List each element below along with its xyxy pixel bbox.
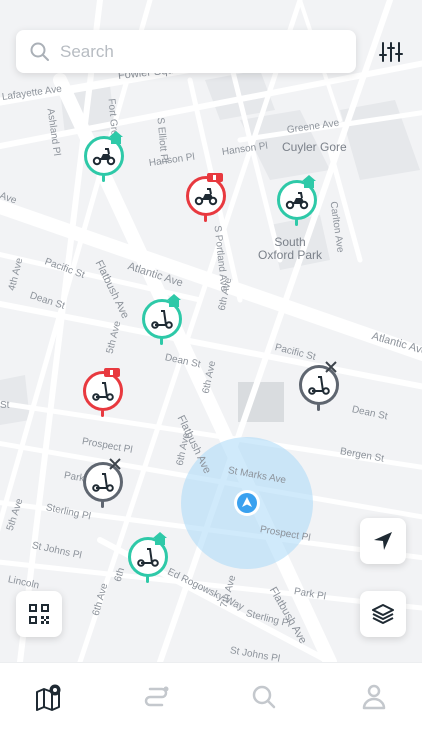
scooter-pin-6[interactable]: [299, 361, 339, 417]
scooter-pin-5[interactable]: [83, 368, 123, 423]
tab-map[interactable]: [18, 677, 78, 717]
sliders-icon: [379, 42, 403, 62]
location-arrow-icon: [374, 532, 392, 550]
street-label: St: [0, 400, 10, 411]
search-input[interactable]: [58, 40, 322, 63]
scooter-pin-8[interactable]: [128, 532, 168, 589]
scooter-pin-4[interactable]: [142, 294, 182, 351]
scooter-pin-7[interactable]: [83, 458, 123, 514]
moped-icon: [285, 192, 309, 210]
battery-low-icon: [207, 173, 223, 182]
qr-code-icon: [29, 604, 49, 624]
place-label: South Oxford Park: [258, 235, 323, 262]
moped-icon: [92, 148, 116, 166]
user-location-marker: [234, 490, 260, 516]
home-icon: [109, 131, 123, 144]
home-icon: [167, 294, 181, 307]
locate-me-button[interactable]: [360, 518, 406, 564]
layers-icon: [372, 604, 394, 624]
home-icon: [153, 532, 167, 545]
scan-qr-button[interactable]: [16, 591, 62, 637]
route-icon: [144, 686, 169, 707]
home-icon: [302, 175, 316, 188]
kick-scooter-icon: [92, 473, 114, 492]
map-streets: [0, 0, 422, 662]
search-icon: [252, 685, 276, 709]
search-icon: [30, 42, 49, 61]
scooter-pin-1[interactable]: [84, 131, 124, 188]
battery-low-icon: [104, 368, 120, 377]
bottom-tab-bar: [0, 662, 422, 751]
kick-scooter-icon: [151, 310, 173, 329]
tab-profile[interactable]: [344, 677, 404, 717]
kick-scooter-icon: [308, 376, 330, 395]
user-icon: [362, 684, 386, 710]
kick-scooter-icon: [92, 382, 114, 401]
tab-search[interactable]: [234, 677, 294, 717]
place-label: Cuyler Gore: [282, 140, 347, 154]
wrench-icon: [109, 458, 121, 470]
scooter-pin-2[interactable]: [186, 173, 226, 228]
wrench-icon: [325, 361, 337, 373]
map-layers-button[interactable]: [360, 591, 406, 637]
tab-routes[interactable]: [126, 677, 186, 717]
filter-button[interactable]: [370, 38, 412, 66]
search-bar[interactable]: [16, 30, 356, 73]
map-view[interactable]: Fowler Square Lafayette Ave Ashland Pl F…: [0, 0, 422, 662]
kick-scooter-icon: [137, 548, 159, 567]
moped-icon: [194, 188, 218, 206]
map-pin-icon: [36, 684, 61, 711]
scooter-pin-3[interactable]: [277, 175, 317, 232]
